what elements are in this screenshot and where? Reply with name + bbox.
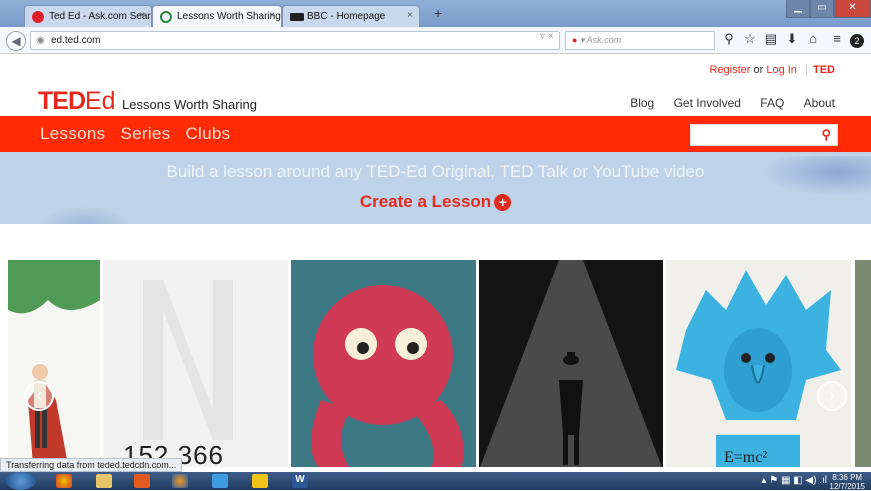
extension-icon[interactable]: 2	[850, 34, 864, 48]
login-link[interactable]: Log In	[766, 64, 797, 76]
system-clock[interactable]: 8:36 PM 12/7/2015	[829, 473, 865, 491]
search-icon[interactable]: ⚲	[821, 127, 831, 143]
tab-label: Ted Ed - Ask.com Search	[49, 11, 152, 22]
search-placeholder: Ask.com	[586, 35, 622, 45]
lesson-card-hero[interactable]	[8, 260, 100, 467]
or-text: or	[753, 64, 764, 76]
nav-blog[interactable]: Blog	[630, 96, 654, 110]
lesson-card-numbers[interactable]: 152,366	[103, 260, 288, 467]
nav-faq[interactable]: FAQ	[760, 96, 784, 110]
bookmark-star-icon[interactable]: ☆	[741, 31, 759, 47]
tab-bbc[interactable]: BBC - Homepage ×	[282, 5, 420, 27]
einstein-illustration: E=mc²	[676, 270, 841, 467]
system-tray-icons[interactable]: ▴ ⚑ ▦ ◧ ◀) .ıl	[761, 475, 827, 486]
lesson-card-partial[interactable]	[855, 260, 871, 467]
back-button[interactable]: ◀	[6, 31, 26, 51]
browser-status-bar: Transferring data from teded.tedcdn.com.…	[0, 458, 183, 472]
search-engine-dropdown[interactable]: ▾	[580, 35, 585, 45]
tab-ask-search[interactable]: Ted Ed - Ask.com Search ×	[24, 5, 152, 27]
lesson-card-spotlight[interactable]	[479, 260, 663, 467]
firefox-icon[interactable]	[172, 474, 188, 488]
nav-about[interactable]: About	[804, 96, 835, 110]
site-search-input[interactable]: ⚲	[690, 124, 838, 146]
create-lesson-label: Create a Lesson	[359, 192, 492, 211]
word-icon[interactable]: W	[292, 474, 308, 488]
windows-taskbar: W ▴ ⚑ ▦ ◧ ◀) .ıl 8:36 PM 12/7/2015	[0, 472, 871, 491]
svg-text:E=mc²: E=mc²	[724, 449, 767, 466]
ted-ed-logo[interactable]: TEDEd Lessons Worth Sharing	[38, 87, 257, 116]
browser-nav-bar: ◀ ◉ ed.ted.com ▿ × ● ▾ Ask.com ⚲ ☆ ▤ ⬇ ⌂…	[0, 27, 871, 54]
account-links: Register or Log In TED	[709, 64, 835, 76]
globe-icon: ◉	[36, 35, 45, 46]
status-text: Transferring data from teded.tedcdn.com.…	[6, 460, 177, 470]
section-nav-bar: Lessons Series Clubs ⚲	[0, 116, 871, 152]
octopus-illustration	[311, 285, 464, 467]
lesson-card-einstein[interactable]: E=mc²	[666, 260, 851, 467]
tab-ted-ed[interactable]: Lessons Worth Sharing | TE... ×	[152, 5, 282, 27]
logo-ed: Ed	[85, 87, 116, 115]
folder-icon[interactable]	[96, 474, 112, 488]
nav-lessons[interactable]: Lessons	[40, 124, 105, 143]
close-tab-icon[interactable]: ×	[139, 10, 145, 21]
search-icon[interactable]: ⚲	[720, 31, 738, 47]
nav-clubs[interactable]: Clubs	[185, 124, 230, 143]
tab-label: BBC - Homepage	[307, 11, 386, 22]
tab-label: Lessons Worth Sharing | TE...	[177, 11, 281, 22]
download-icon[interactable]: ⬇	[783, 31, 801, 47]
hero-illustration	[8, 260, 100, 465]
bookmarks-icon[interactable]: ▤	[762, 31, 780, 47]
lesson-card-octopus[interactable]	[291, 260, 476, 467]
logo-subtitle: Lessons Worth Sharing	[122, 97, 257, 112]
browser-search-box[interactable]: ● ▾ Ask.com	[565, 31, 715, 50]
home-icon[interactable]: ⌂	[804, 31, 822, 46]
plus-icon: +	[494, 194, 512, 212]
create-lesson-banner: Build a lesson around any TED-Ed Origina…	[0, 152, 871, 224]
menu-icon[interactable]: ≡	[828, 31, 846, 46]
register-link[interactable]: Register	[709, 64, 750, 76]
ask-icon	[32, 11, 44, 23]
carousel-next-button[interactable]: ›	[817, 381, 847, 411]
url-text: ed.ted.com	[51, 35, 101, 46]
url-controls[interactable]: ▿ ×	[540, 31, 554, 42]
app-grid-icon[interactable]	[252, 474, 268, 488]
nav-get-involved[interactable]: Get Involved	[674, 96, 741, 110]
close-tab-icon[interactable]: ×	[407, 10, 413, 21]
maximize-button[interactable]: ▭	[810, 0, 834, 18]
ask-icon: ●	[572, 35, 578, 45]
start-button[interactable]	[6, 472, 36, 490]
logo-ted: TED	[38, 87, 86, 115]
section-nav: Lessons Series Clubs	[40, 124, 240, 144]
main-nav: Blog Get Involved FAQ About	[614, 96, 835, 110]
chrome-icon[interactable]	[56, 474, 72, 488]
spotlight-illustration	[480, 260, 662, 467]
banner-tagline: Build a lesson around any TED-Ed Origina…	[166, 162, 705, 181]
minimize-button[interactable]: ▁	[786, 0, 810, 18]
close-window-button[interactable]: ✕	[834, 0, 871, 18]
close-tab-icon[interactable]: ×	[269, 10, 275, 21]
ted-link[interactable]: TED	[806, 64, 835, 76]
clock-time: 8:36 PM	[832, 473, 863, 482]
media-player-icon[interactable]	[134, 474, 150, 488]
create-lesson-button[interactable]: Create a Lesson +	[0, 192, 871, 212]
loading-icon	[160, 11, 172, 23]
carousel-prev-button[interactable]: ‹	[24, 381, 54, 411]
nav-series[interactable]: Series	[120, 124, 170, 143]
number-illustration	[143, 280, 233, 440]
internet-explorer-icon[interactable]	[212, 474, 228, 488]
browser-tab-bar: Ted Ed - Ask.com Search × Lessons Worth …	[0, 0, 871, 27]
new-tab-button[interactable]: +	[434, 5, 442, 21]
page-content: Register or Log In TED TEDEd Lessons Wor…	[0, 54, 871, 467]
address-bar[interactable]: ◉ ed.ted.com	[30, 31, 560, 50]
bbc-icon	[290, 13, 304, 21]
